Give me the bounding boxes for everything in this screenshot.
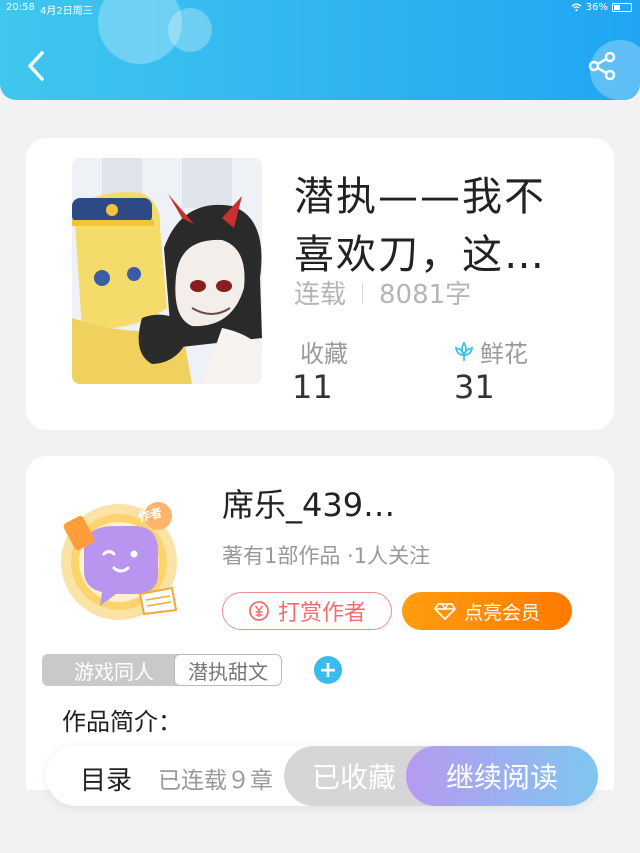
tag-game-fanfic[interactable]: 游戏同人 — [42, 654, 186, 686]
author-avatar-illustration — [61, 502, 178, 620]
toc-button[interactable]: 目录 — [80, 760, 132, 797]
battery-percent: 36% — [585, 2, 608, 13]
collected-label: 已收藏 — [312, 761, 397, 794]
wifi-icon — [571, 3, 582, 12]
flowers-label: 鲜花 — [480, 340, 528, 368]
cover-illustration — [72, 158, 262, 384]
add-tag-button[interactable]: + — [314, 656, 342, 684]
toc-chapter-count[interactable]: 已连载９章 — [158, 761, 273, 795]
meta-divider — [362, 281, 364, 304]
tip-author-label: 打赏作者 — [277, 601, 366, 626]
author-stats: 著有1部作品 ·1人关注 — [222, 544, 431, 568]
book-meta: 连载 8081字 — [294, 274, 471, 311]
book-status: 连载 — [294, 280, 347, 310]
yuan-coin-icon — [249, 601, 269, 621]
diamond-icon — [434, 603, 456, 620]
favorites-value: 11 — [292, 368, 333, 406]
book-info-card: 潜执——我不喜欢刀，这… 连载 8081字 收藏 11 鲜花 31 — [26, 138, 614, 430]
flowers-stat[interactable]: 鲜花 — [452, 334, 528, 369]
status-time: 20:58 — [6, 2, 35, 13]
tip-author-button[interactable]: 打赏作者 — [222, 592, 392, 630]
vip-button[interactable]: 点亮会员 — [402, 592, 572, 630]
tag-sweet-story[interactable]: 潜执甜文 — [174, 654, 282, 686]
status-bar: 20:58 4月2日周三 36% — [0, 0, 640, 17]
chevron-left-icon — [28, 51, 44, 81]
flower-icon — [454, 340, 474, 361]
favorites-label: 收藏 — [300, 340, 348, 368]
battery-fill — [614, 5, 620, 10]
top-header: 20:58 4月2日周三 36% — [0, 0, 640, 100]
share-icon — [588, 51, 616, 81]
status-date: 4月2日周三 — [40, 6, 93, 17]
book-word-count: 8081字 — [379, 280, 472, 310]
status-right: 36% — [571, 2, 632, 13]
share-button[interactable] — [584, 46, 620, 86]
author-name[interactable]: 席乐_439… — [222, 480, 395, 526]
intro-label: 作品简介： — [62, 708, 182, 736]
bottom-action-bar: 目录 已连载９章 已收藏 继续阅读 — [46, 746, 598, 806]
continue-reading-button[interactable]: 继续阅读 — [406, 746, 598, 806]
book-cover-image[interactable] — [72, 158, 262, 384]
back-button[interactable] — [18, 46, 54, 86]
continue-reading-label: 继续阅读 — [445, 761, 558, 794]
battery-icon — [612, 3, 632, 12]
book-title: 潜执——我不喜欢刀，这… — [294, 174, 546, 278]
vip-label: 点亮会员 — [463, 601, 540, 624]
flowers-value: 31 — [454, 368, 495, 406]
author-avatar[interactable]: 作者 — [54, 496, 184, 626]
